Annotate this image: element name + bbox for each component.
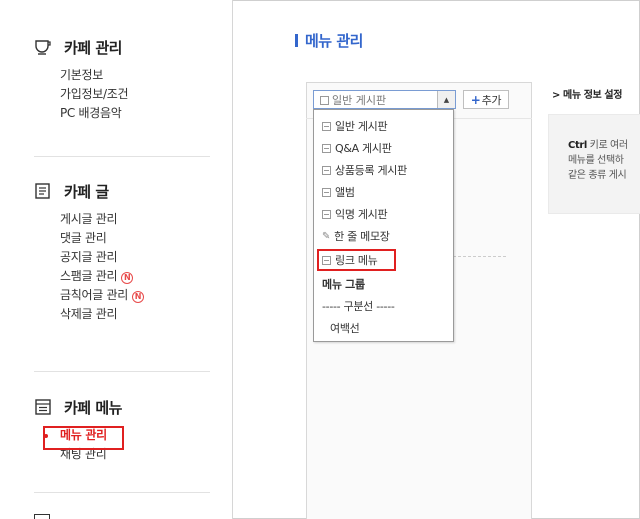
option-separator[interactable]: ----- 구분선 ----- <box>322 298 395 314</box>
section-title: 카페 글 <box>64 182 109 201</box>
anonymous-board-icon <box>322 209 331 219</box>
info-line: Ctrl 키로 여러 <box>568 140 628 151</box>
menu-type-select[interactable]: 일반 게시판 ▲ <box>313 90 456 109</box>
section-title: 카페 메뉴 <box>64 398 122 417</box>
title-bar <box>295 34 298 47</box>
section-title: 카페 관리 <box>64 38 122 57</box>
divider <box>34 371 210 372</box>
highlight-box <box>43 426 124 450</box>
section-header: 카페 글 <box>34 180 144 202</box>
section-cafe-posts: 카페 글 게시글 관리 댓글 관리 공지글 관리 스팸글 관리 N 금칙어글 관리… <box>34 180 144 324</box>
section-header: 카페 관리 <box>34 36 128 58</box>
page-title-text: 메뉴 관리 <box>305 32 363 50</box>
sidebar-item-join-info[interactable]: 가입정보/조건 <box>60 85 128 104</box>
option-qa-board[interactable]: Q&A 게시판 <box>322 140 392 156</box>
qa-icon <box>322 143 331 153</box>
menu-type-dropdown: 일반 게시판 Q&A 게시판 상품등록 게시판 앨범 익명 게시판 ✎ 한 줄 메… <box>313 109 454 342</box>
sidebar-item-pc-music[interactable]: PC 배경음악 <box>60 104 128 123</box>
divider <box>34 492 210 493</box>
option-album[interactable]: 앨범 <box>322 184 355 200</box>
sidebar-item-spam[interactable]: 스팸글 관리 N <box>60 267 144 286</box>
sidebar-item-posts[interactable]: 게시글 관리 <box>60 210 144 229</box>
highlight-box <box>317 249 396 271</box>
divider <box>34 156 210 157</box>
option-memo[interactable]: ✎ 한 줄 메모장 <box>322 228 390 244</box>
sidebar: 카페 관리 기본정보 가입정보/조건 PC 배경음악 카페 글 게시글 관리 댓… <box>0 0 233 519</box>
sidebar-item-label: 금칙어글 관리 <box>60 288 128 302</box>
document-icon <box>34 182 52 200</box>
add-label: 추가 <box>481 93 502 107</box>
board-icon <box>320 95 329 105</box>
section-cafe-admin: 카페 관리 기본정보 가입정보/조건 PC 배경음악 <box>34 36 128 123</box>
menu-list-icon <box>34 398 52 416</box>
next-section-icon <box>34 514 50 519</box>
sidebar-item-deleted[interactable]: 삭제글 관리 <box>60 305 144 324</box>
new-badge: N <box>121 272 134 284</box>
select-value: 일반 게시판 <box>314 92 437 108</box>
pencil-icon: ✎ <box>322 230 331 242</box>
cup-icon <box>34 38 52 56</box>
plus-icon: + <box>470 92 481 107</box>
sidebar-item-banned-words[interactable]: 금칙어글 관리 N <box>60 286 144 305</box>
sidebar-item-notices[interactable]: 공지글 관리 <box>60 248 144 267</box>
option-anonymous-board[interactable]: 익명 게시판 <box>322 206 388 222</box>
sidebar-item-comments[interactable]: 댓글 관리 <box>60 229 144 248</box>
add-menu-button[interactable]: + 추가 <box>463 90 509 109</box>
album-icon <box>322 187 331 197</box>
sidebar-item-label: 스팸글 관리 <box>60 269 118 283</box>
board-icon <box>322 121 331 131</box>
info-line: 같은 종류 게시 <box>568 170 627 181</box>
chevron-up-icon[interactable]: ▲ <box>437 91 455 108</box>
option-general-board[interactable]: 일반 게시판 <box>322 118 388 134</box>
page-title: 메뉴 관리 <box>295 30 363 51</box>
settings-title: > 메뉴 정보 설정 <box>552 90 623 101</box>
option-menu-group[interactable]: 메뉴 그룹 <box>322 276 365 292</box>
section-header: 카페 메뉴 <box>34 396 122 418</box>
product-icon <box>322 165 331 175</box>
sidebar-item-basic-info[interactable]: 기본정보 <box>60 66 128 85</box>
info-line: 메뉴를 선택하 <box>568 155 624 166</box>
option-spacer[interactable]: 여백선 <box>330 320 360 336</box>
new-badge: N <box>131 291 144 303</box>
option-product-board[interactable]: 상품등록 게시판 <box>322 162 407 178</box>
